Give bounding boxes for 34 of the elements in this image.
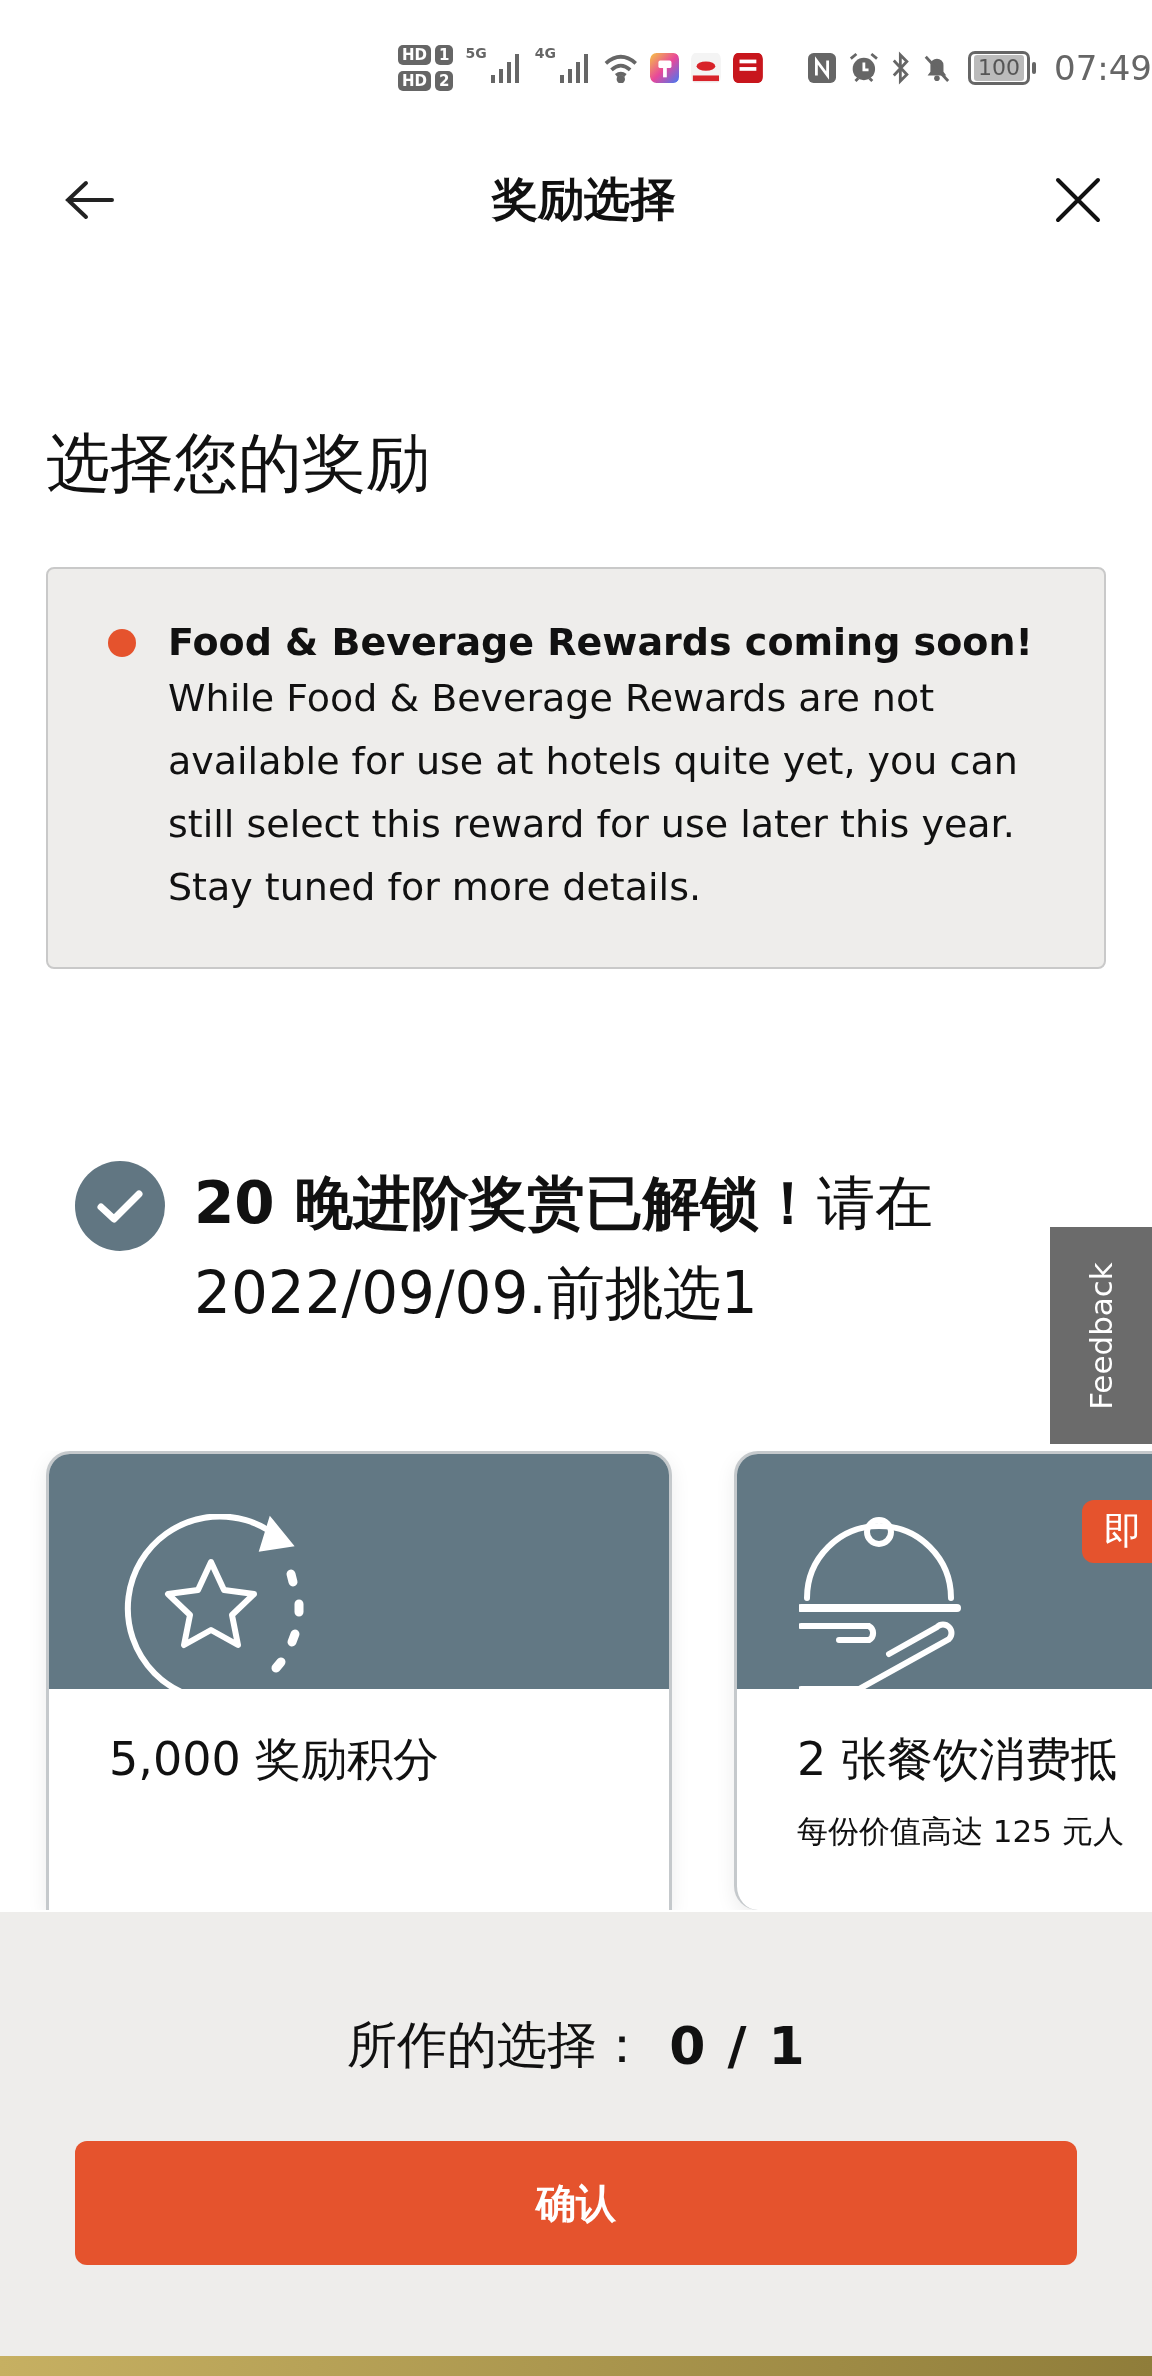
network-label: 4G bbox=[534, 44, 556, 61]
nfc-icon bbox=[807, 51, 836, 84]
count-separator: / bbox=[727, 2015, 747, 2076]
back-arrow-icon[interactable] bbox=[64, 180, 114, 220]
sim-label: HD bbox=[398, 44, 431, 65]
selection-label: 所作的选择： bbox=[347, 2015, 648, 2076]
section-heading: 选择您的奖励 bbox=[46, 425, 431, 502]
app-icon bbox=[691, 51, 722, 84]
page-title: 奖励选择 bbox=[492, 171, 676, 228]
sim-slot: 2 bbox=[435, 70, 454, 91]
confirm-button[interactable]: 确认 bbox=[75, 2141, 1077, 2265]
sim-label: HD bbox=[398, 70, 431, 91]
close-icon[interactable] bbox=[1054, 176, 1102, 224]
network-label: 5G bbox=[465, 44, 487, 61]
reward-title: 5,000 奖励积分 bbox=[108, 1731, 441, 1788]
reward-card[interactable]: 5,000 奖励积分 bbox=[46, 1451, 672, 1910]
reward-card[interactable]: 即 2 张餐饮消费抵 每份价值高达 125 元人 bbox=[734, 1451, 1152, 1910]
bluetooth-icon bbox=[891, 50, 911, 85]
reward-subtitle: 每份价值高达 125 元人 bbox=[796, 1812, 1125, 1851]
sim-slot: 1 bbox=[435, 44, 454, 65]
app-icon bbox=[649, 51, 680, 84]
app-icon bbox=[733, 51, 764, 84]
selection-total: 1 bbox=[768, 2015, 805, 2076]
notice-title: Food & Beverage Rewards coming soon! bbox=[168, 619, 1034, 666]
notice-text: While Food & Beverage Rewards are not available for use at hotels quite yet, you can still select this reward for use later this year. Stay tuned for more details. bbox=[168, 675, 1019, 911]
battery-level: 100 bbox=[974, 54, 1024, 81]
wifi-icon bbox=[603, 52, 638, 83]
reward-badge: 即 bbox=[1082, 1500, 1152, 1563]
reward-title: 2 张餐饮消费抵 bbox=[796, 1731, 1118, 1788]
alarm-icon bbox=[847, 50, 880, 85]
selection-count: 0 bbox=[669, 2015, 706, 2076]
feedback-tab[interactable]: Feedback bbox=[1050, 1227, 1152, 1444]
unlock-message: 20 晚进阶奖赏已解锁！请在 2022/09/09.前挑选1 bbox=[194, 1168, 934, 1329]
clock-time: 07:49 bbox=[1054, 47, 1152, 88]
